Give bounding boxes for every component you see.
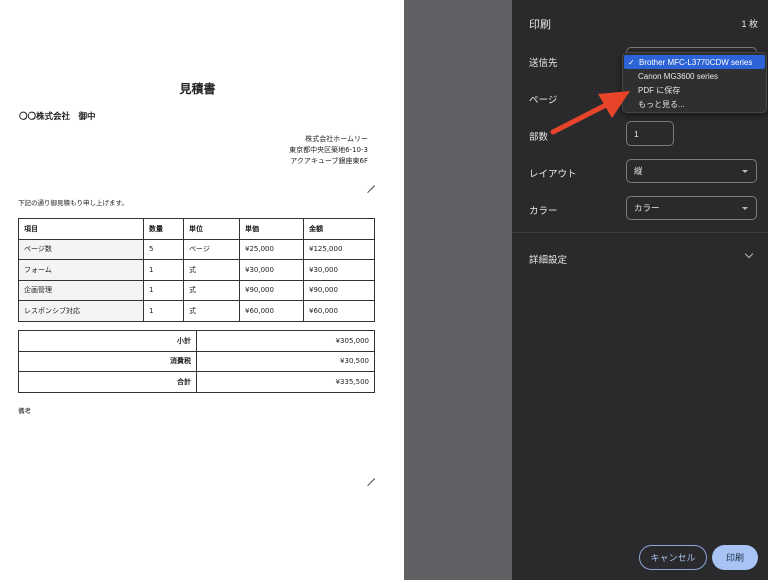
tax-value: ¥30,500 [196,350,375,372]
table-cell: ¥90,000 [303,279,375,301]
table-cell: レスポンシブ対応 [18,300,144,322]
totals-table: 小計 ¥305,000 消費税 ¥30,500 合計 ¥335,500 [18,330,375,393]
pages-label: ページ [529,95,558,106]
column-header: 金額 [303,218,375,240]
table-cell: ページ [183,238,240,260]
option-label: PDF に保存 [638,85,681,95]
table-row: ページ数 5 ページ ¥25,000 ¥125,000 [18,238,375,260]
dropdown-option-pdf[interactable]: PDF に保存 [623,83,766,97]
cancel-button[interactable]: キャンセル [639,545,707,570]
print-button[interactable]: 印刷 [712,545,758,570]
table-cell: 式 [183,259,240,281]
resize-handle-icon[interactable] [367,471,375,479]
estimate-table: 項目 数量 単位 単価 金額 ページ数 5 ページ ¥25,000 ¥125,0… [18,218,375,322]
divider [512,232,768,233]
table-cell: 式 [183,300,240,322]
column-header: 項目 [18,218,144,240]
check-icon: ✓ [628,57,635,67]
color-select[interactable]: カラー [626,196,757,220]
company-address: 株式会社ホームリー 東京都中央区築地6-10-3 アクアキューブ銀座東6F [289,134,368,167]
option-label: Brother MFC-L3770CDW series [639,57,753,67]
table-cell: ¥60,000 [239,300,304,322]
panel-title: 印刷 [529,19,551,31]
table-cell: ¥125,000 [303,238,375,260]
table-row: 企画管理 1 式 ¥90,000 ¥90,000 [18,279,375,301]
document-preview: 見積書 〇〇株式会社 御中 株式会社ホームリー 東京都中央区築地6-10-3 ア… [0,0,404,580]
table-cell: 1 [143,279,184,301]
chevron-down-icon [742,170,748,173]
details-toggle[interactable]: 詳細設定 [529,252,567,266]
column-header: 単価 [239,218,304,240]
table-cell: 5 [143,238,184,260]
column-header: 数量 [143,218,184,240]
column-header: 単位 [183,218,240,240]
table-cell: ¥25,000 [239,238,304,260]
table-cell: ¥30,000 [239,259,304,281]
document-title: 見積書 [179,82,216,96]
table-cell: 1 [143,300,184,322]
table-cell: 企画管理 [18,279,144,301]
destination-label: 送信先 [529,58,558,69]
dropdown-option-more[interactable]: もっと見る... [623,97,766,111]
layout-select[interactable]: 縦 [626,159,757,183]
company-name: 株式会社ホームリー [305,135,368,143]
table-cell: 1 [143,259,184,281]
tax-label: 消費税 [18,350,197,372]
table-cell: ¥30,000 [303,259,375,281]
sheet-count: 1 枚 [741,19,758,29]
layout-value: 縦 [634,166,643,176]
tax-row: 消費税 ¥30,500 [18,350,375,372]
table-cell: 式 [183,279,240,301]
table-header-row: 項目 数量 単位 単価 金額 [18,218,375,240]
total-row: 合計 ¥335,500 [18,371,375,393]
copies-input[interactable]: 1 [626,121,674,146]
company-building: アクアキューブ銀座東6F [290,157,368,165]
table-cell: フォーム [18,259,144,281]
copies-label: 部数 [529,132,549,143]
chevron-down-icon [742,207,748,210]
table-cell: ページ数 [18,238,144,260]
client-name: 〇〇株式会社 御中 [19,112,96,122]
subtotal-label: 小計 [18,330,197,352]
table-cell: ¥90,000 [239,279,304,301]
note-label: 備考 [18,407,31,415]
color-label: カラー [529,206,558,217]
table-row: レスポンシブ対応 1 式 ¥60,000 ¥60,000 [18,300,375,322]
color-value: カラー [634,203,660,213]
option-label: もっと見る... [638,99,685,109]
preview-gutter [404,0,512,580]
resize-handle-icon[interactable] [367,178,375,186]
subtotal-value: ¥305,000 [196,330,375,352]
dropdown-option-canon[interactable]: Canon MG3600 series [623,69,766,83]
total-value: ¥335,500 [196,371,375,393]
table-cell: ¥60,000 [303,300,375,322]
subtotal-row: 小計 ¥305,000 [18,330,375,352]
company-address-line: 東京都中央区築地6-10-3 [289,146,368,154]
table-row: フォーム 1 式 ¥30,000 ¥30,000 [18,259,375,281]
copies-value: 1 [634,128,639,139]
intro-text: 下記の通り御見積もり申し上げます。 [18,199,128,207]
dropdown-option-brother[interactable]: ✓ Brother MFC-L3770CDW series [624,55,765,69]
destination-dropdown: ✓ Brother MFC-L3770CDW series Canon MG36… [622,52,767,113]
chevron-down-icon[interactable] [744,249,754,259]
option-label: Canon MG3600 series [638,71,719,81]
total-label: 合計 [18,371,197,393]
layout-label: レイアウト [529,169,577,180]
